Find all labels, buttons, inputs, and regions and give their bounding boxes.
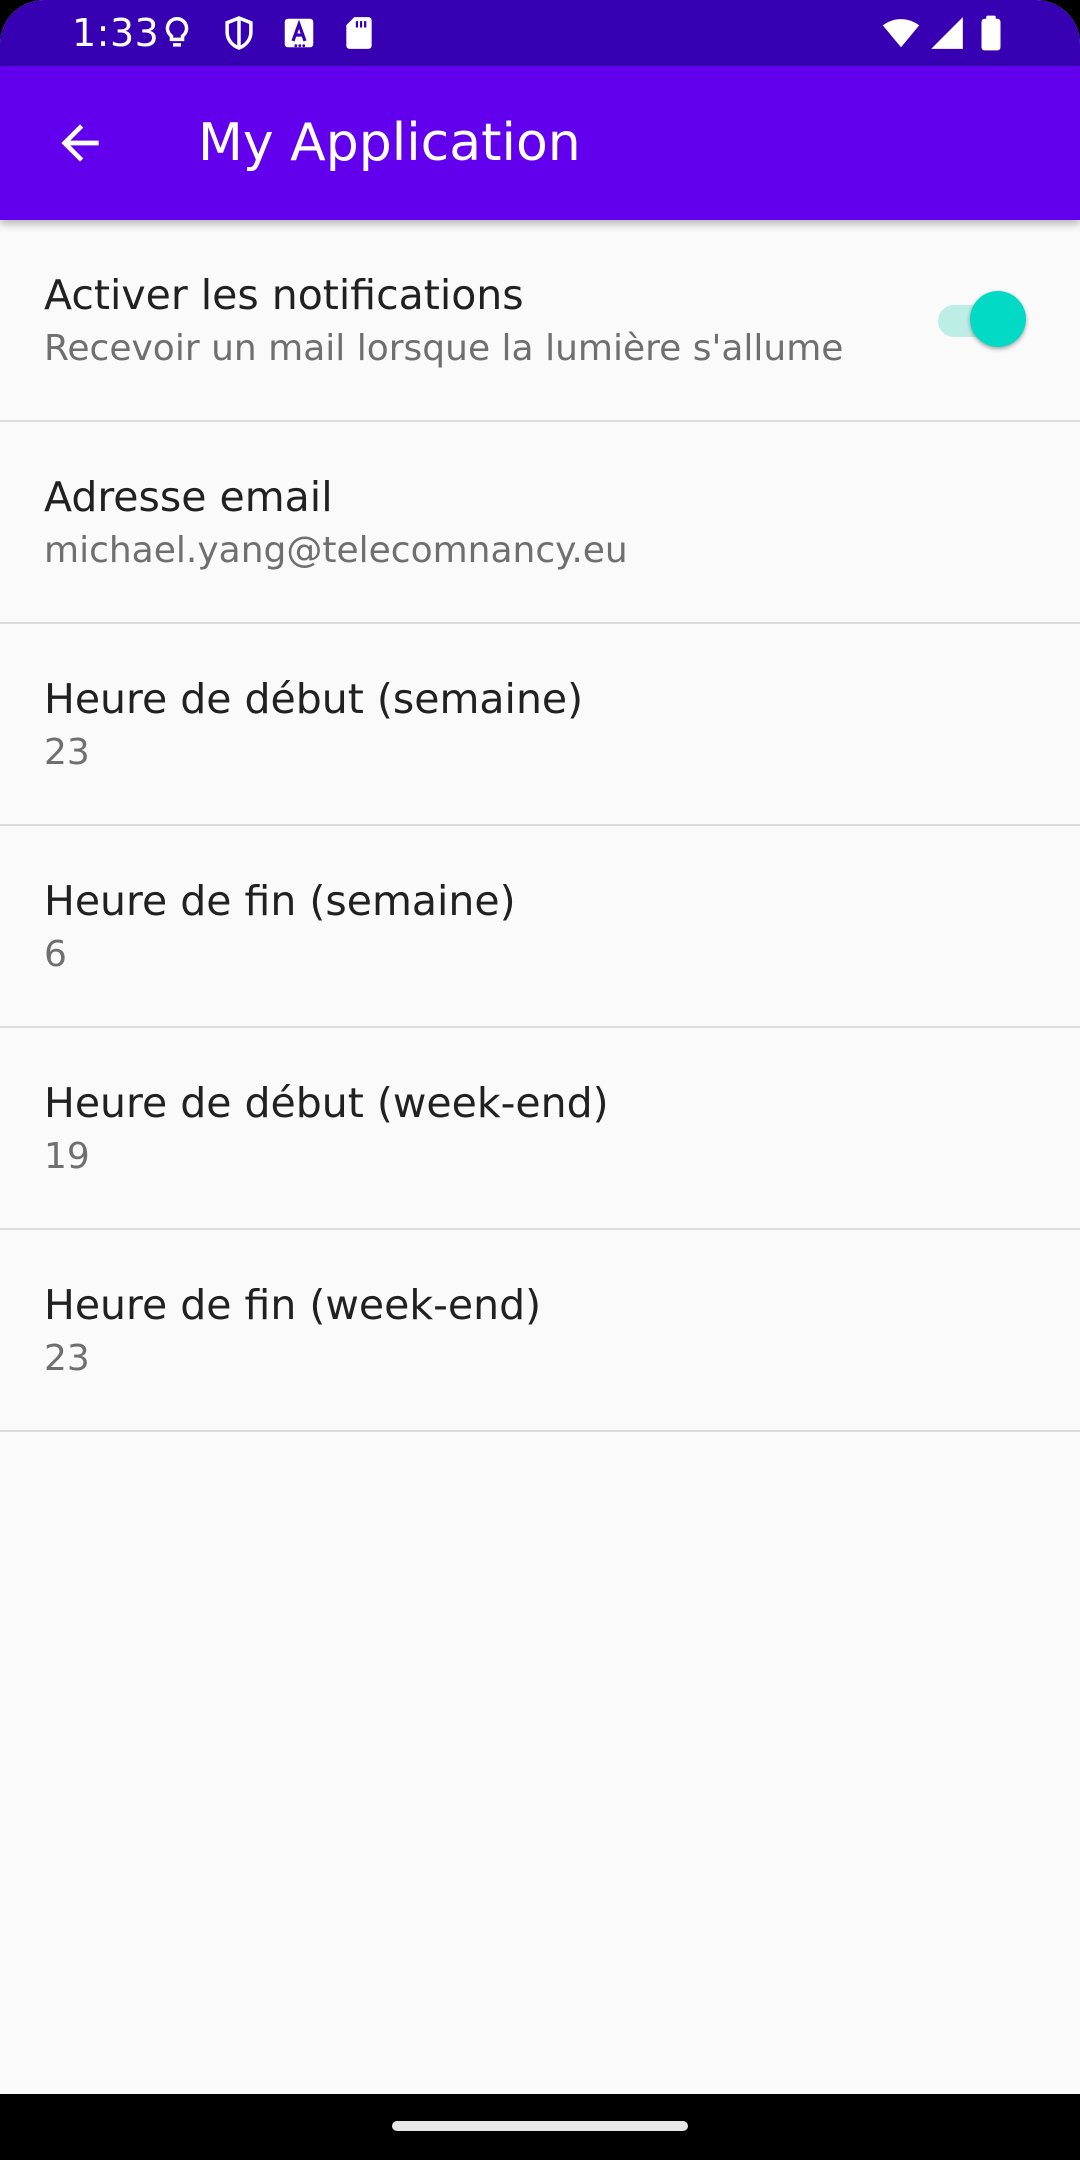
home-indicator[interactable]: [392, 2121, 688, 2131]
pref-title: Adresse email: [44, 473, 333, 521]
wifi-icon: [880, 14, 922, 52]
pref-notifications[interactable]: Activer les notifications Recevoir un ma…: [0, 220, 1080, 422]
app-bar: My Application: [0, 66, 1080, 220]
pref-summary: 19: [44, 1136, 90, 1177]
pref-summary: 23: [44, 732, 90, 773]
pref-weekend-end[interactable]: Heure de fin (week-end) 23: [0, 1230, 1080, 1432]
preference-list: Activer les notifications Recevoir un ma…: [0, 220, 1080, 1432]
pref-title: Heure de fin (week-end): [44, 1281, 542, 1329]
notifications-toggle[interactable]: [938, 289, 1028, 351]
status-bar: 1:33: [0, 0, 1080, 66]
pref-weekday-end[interactable]: Heure de fin (semaine) 6: [0, 826, 1080, 1028]
pref-email[interactable]: Adresse email michael.yang@telecomnancy.…: [0, 422, 1080, 624]
pref-summary: Recevoir un mail lorsque la lumière s'al…: [44, 328, 844, 369]
pref-weekday-start[interactable]: Heure de début (semaine) 23: [0, 624, 1080, 826]
arrow-back-icon: [61, 124, 99, 162]
back-button[interactable]: [40, 103, 120, 183]
battery-icon: [976, 14, 1006, 52]
lightbulb-icon: [158, 14, 196, 52]
page-title: My Application: [198, 113, 581, 173]
screen: 1:33 My Application Activer les notifica…: [0, 0, 1080, 2160]
cell-signal-icon: [928, 14, 966, 52]
pref-title: Activer les notifications: [44, 271, 524, 319]
shield-icon: [220, 14, 258, 52]
pref-title: Heure de fin (semaine): [44, 877, 516, 925]
toggle-thumb: [970, 291, 1026, 347]
font-a-icon: [280, 14, 318, 52]
status-time: 1:33: [72, 11, 160, 55]
pref-title: Heure de début (week-end): [44, 1079, 609, 1127]
pref-summary: 6: [44, 934, 67, 975]
navigation-bar: [0, 2094, 1080, 2160]
pref-title: Heure de début (semaine): [44, 675, 584, 723]
pref-summary: 23: [44, 1338, 90, 1379]
pref-weekend-start[interactable]: Heure de début (week-end) 19: [0, 1028, 1080, 1230]
pref-summary: michael.yang@telecomnancy.eu: [44, 530, 628, 571]
sd-card-icon: [340, 14, 378, 52]
